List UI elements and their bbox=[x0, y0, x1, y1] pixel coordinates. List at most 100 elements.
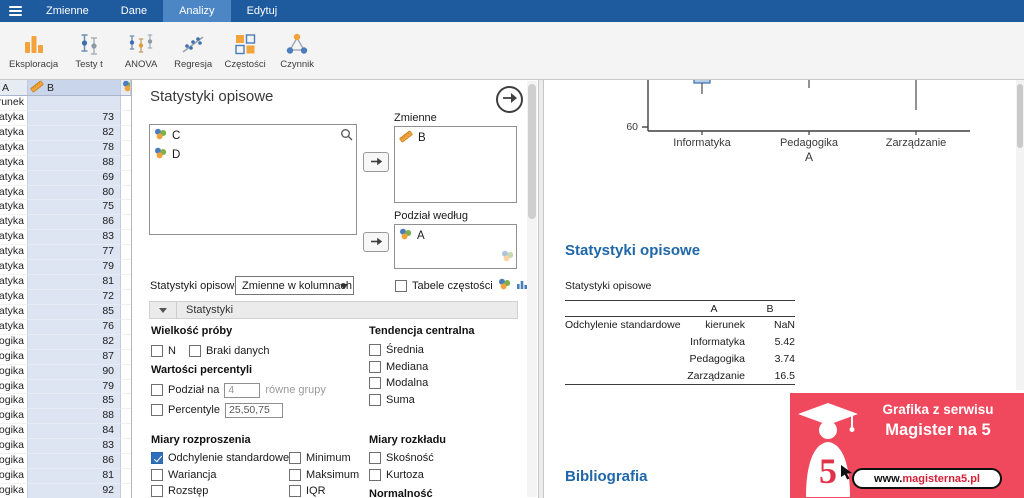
assign-variables-button[interactable] bbox=[363, 152, 389, 172]
column-header-a[interactable]: A bbox=[0, 80, 28, 95]
scrollbar-thumb[interactable] bbox=[1017, 84, 1023, 148]
option-checkbox-row[interactable]: Średnia bbox=[369, 342, 428, 358]
cell-group[interactable]: Informatyka bbox=[0, 126, 28, 141]
cell-group[interactable]: Pedagogika bbox=[0, 454, 28, 469]
data-row[interactable]: Informatyka 75 bbox=[0, 200, 131, 215]
cell-group[interactable]: Informatyka bbox=[0, 186, 28, 201]
cell-group[interactable]: Informatyka bbox=[0, 230, 28, 245]
data-row[interactable]: Informatyka 77 bbox=[0, 245, 131, 260]
data-row[interactable]: kierunek bbox=[0, 96, 131, 111]
data-row[interactable]: Informatyka 79 bbox=[0, 260, 131, 275]
option-checkbox-row[interactable]: Kurtoza bbox=[369, 467, 434, 483]
cell-group[interactable]: Pedagogika bbox=[0, 380, 28, 395]
tab-zmienne[interactable]: Zmienne bbox=[30, 0, 105, 22]
variable-item-b[interactable]: B bbox=[395, 127, 516, 147]
data-row[interactable]: Pedagogika 81 bbox=[0, 469, 131, 484]
cell-value[interactable]: 85 bbox=[28, 305, 121, 320]
cell-value[interactable]: 82 bbox=[28, 335, 121, 350]
ribbon-item-czestosci[interactable]: Częstości bbox=[219, 24, 271, 78]
data-row[interactable]: Informatyka 72 bbox=[0, 290, 131, 305]
checkbox[interactable] bbox=[369, 394, 381, 406]
option-checkbox-row[interactable]: Rozstęp bbox=[151, 483, 289, 498]
ribbon-item-testy-t[interactable]: Testy t bbox=[63, 24, 115, 78]
ribbon-item-eksploracja[interactable]: Eksploracja bbox=[4, 24, 63, 78]
cell-group[interactable]: Informatyka bbox=[0, 305, 28, 320]
cell-value[interactable]: 88 bbox=[28, 156, 121, 171]
checkbox[interactable] bbox=[151, 485, 163, 497]
option-checkbox-row[interactable]: Modalna bbox=[369, 375, 428, 391]
option-checkbox-row[interactable]: Maksimum bbox=[289, 467, 359, 483]
checkbox[interactable] bbox=[369, 361, 381, 373]
results-scrollbar[interactable] bbox=[1016, 80, 1024, 390]
variable-item-c[interactable]: C bbox=[150, 125, 356, 144]
percentiles-checkbox[interactable] bbox=[151, 404, 163, 416]
data-row[interactable]: Informatyka 82 bbox=[0, 126, 131, 141]
cell-group[interactable]: Pedagogika bbox=[0, 439, 28, 454]
column-header-next[interactable] bbox=[121, 80, 131, 95]
data-row[interactable]: Informatyka 73 bbox=[0, 111, 131, 126]
data-row[interactable]: Pedagogika 85 bbox=[0, 394, 131, 409]
cell-group[interactable]: Informatyka bbox=[0, 111, 28, 126]
cell-group[interactable]: Informatyka bbox=[0, 275, 28, 290]
search-icon[interactable] bbox=[340, 128, 353, 146]
cell-group[interactable]: Informatyka bbox=[0, 320, 28, 335]
checkbox[interactable] bbox=[289, 452, 301, 464]
cell-value[interactable]: 82 bbox=[28, 126, 121, 141]
checkbox[interactable] bbox=[369, 344, 381, 356]
data-row[interactable]: Pedagogika 87 bbox=[0, 350, 131, 365]
cell-group[interactable]: kierunek bbox=[0, 96, 28, 111]
tab-analizy[interactable]: Analizy bbox=[163, 0, 230, 22]
scrollbar-thumb[interactable] bbox=[528, 84, 536, 219]
data-row[interactable]: Pedagogika 90 bbox=[0, 365, 131, 380]
cell-group[interactable]: Pedagogika bbox=[0, 350, 28, 365]
checkbox[interactable] bbox=[289, 469, 301, 481]
checkbox[interactable] bbox=[369, 452, 381, 464]
cell-value[interactable]: 83 bbox=[28, 439, 121, 454]
available-variables-list[interactable]: C D bbox=[149, 124, 357, 235]
cell-value[interactable]: 80 bbox=[28, 186, 121, 201]
cell-value[interactable]: 72 bbox=[28, 290, 121, 305]
data-row[interactable]: Pedagogika 86 bbox=[0, 454, 131, 469]
data-row[interactable]: Informatyka 81 bbox=[0, 275, 131, 290]
cell-group[interactable]: Informatyka bbox=[0, 215, 28, 230]
cell-group[interactable]: Informatyka bbox=[0, 290, 28, 305]
cell-value[interactable]: 81 bbox=[28, 275, 121, 290]
data-row[interactable]: Informatyka 76 bbox=[0, 320, 131, 335]
ribbon-item-czynnik[interactable]: Czynnik bbox=[271, 24, 323, 78]
cell-value[interactable]: 86 bbox=[28, 215, 121, 230]
cell-value[interactable]: 83 bbox=[28, 230, 121, 245]
cell-value[interactable]: 69 bbox=[28, 171, 121, 186]
data-row[interactable]: Pedagogika 92 bbox=[0, 484, 131, 498]
percentiles-input[interactable] bbox=[225, 403, 283, 418]
assign-split-button[interactable] bbox=[363, 232, 389, 252]
data-row[interactable]: Informatyka 88 bbox=[0, 156, 131, 171]
cell-group[interactable]: Pedagogika bbox=[0, 469, 28, 484]
cell-group[interactable]: Pedagogika bbox=[0, 335, 28, 350]
data-row[interactable]: Informatyka 85 bbox=[0, 305, 131, 320]
option-checkbox-row[interactable]: Mediana bbox=[369, 359, 428, 375]
data-row[interactable]: Informatyka 86 bbox=[0, 215, 131, 230]
option-checkbox-row[interactable]: Skośność bbox=[369, 450, 434, 466]
hamburger-menu-button[interactable] bbox=[0, 0, 30, 22]
checkbox[interactable] bbox=[151, 469, 163, 481]
section-statystyki[interactable]: Statystyki bbox=[149, 301, 518, 319]
collapse-analysis-button[interactable] bbox=[496, 86, 523, 113]
data-row[interactable]: Pedagogika 88 bbox=[0, 409, 131, 424]
tab-dane[interactable]: Dane bbox=[105, 0, 163, 22]
results-heading-descriptives[interactable]: Statystyki opisowe bbox=[565, 242, 700, 259]
cell-group[interactable]: Pedagogika bbox=[0, 424, 28, 439]
cell-group[interactable]: Informatyka bbox=[0, 141, 28, 156]
data-row[interactable]: Pedagogika 83 bbox=[0, 439, 131, 454]
cell-value[interactable]: 85 bbox=[28, 394, 121, 409]
cell-group[interactable]: Pedagogika bbox=[0, 409, 28, 424]
cell-group[interactable]: Informatyka bbox=[0, 156, 28, 171]
option-checkbox-row[interactable]: Wariancja bbox=[151, 467, 289, 483]
cell-value[interactable]: 87 bbox=[28, 350, 121, 365]
frequency-tables-checkbox[interactable] bbox=[395, 280, 407, 292]
data-row[interactable]: Informatyka 69 bbox=[0, 171, 131, 186]
option-checkbox-row[interactable]: IQR bbox=[289, 483, 359, 498]
cell-value[interactable]: 86 bbox=[28, 454, 121, 469]
cell-value[interactable]: 77 bbox=[28, 245, 121, 260]
options-scrollbar[interactable] bbox=[527, 81, 537, 497]
ribbon-item-anova[interactable]: ANOVA bbox=[115, 24, 167, 78]
